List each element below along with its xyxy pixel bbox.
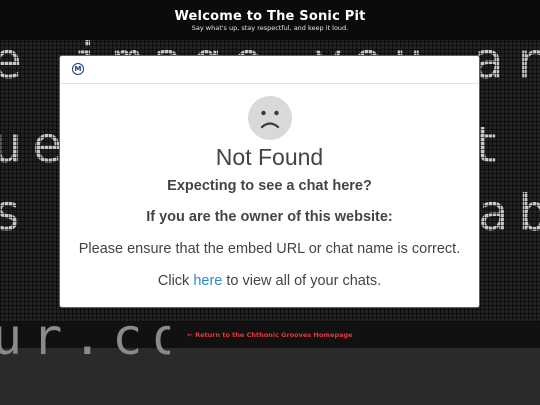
ensure-instruction: Please ensure that the embed URL or chat… — [78, 241, 461, 257]
background-url-text-wrap: ur.com — [0, 310, 170, 360]
site-header: Welcome to The Sonic Pit Say what's up, … — [0, 0, 540, 40]
minnit-logo-icon: M — [72, 63, 84, 75]
modal-header: M — [60, 56, 479, 84]
background-line-2b: t e — [470, 116, 540, 174]
click-prefix: Click — [157, 273, 194, 289]
modal-body: Not Found Expecting to see a chat here? … — [60, 96, 479, 290]
not-found-modal: M Not Found Expecting to see a chat here… — [59, 55, 480, 308]
site-title: Welcome to The Sonic Pit — [174, 9, 366, 24]
background-line-3b: ab — [478, 184, 540, 242]
page: e image you are ue t e s n ab Welcome to… — [0, 0, 540, 405]
chat-question: Expecting to see a chat here? — [167, 178, 372, 194]
owner-heading: If you are the owner of this website: — [146, 209, 393, 225]
here-link[interactable]: here — [193, 273, 222, 289]
site-subtitle: Say what's up, stay respectful, and keep… — [191, 24, 349, 32]
click-suffix: to view all of your chats. — [222, 273, 382, 289]
sad-face-icon — [247, 96, 292, 140]
not-found-title: Not Found — [215, 144, 324, 170]
view-chats-line: Click here to view all of your chats. — [60, 272, 479, 290]
return-homepage-link[interactable]: ← Return to the Chthonic Grooves Homepag… — [187, 331, 352, 339]
background-line-4: ur.com — [0, 310, 170, 360]
